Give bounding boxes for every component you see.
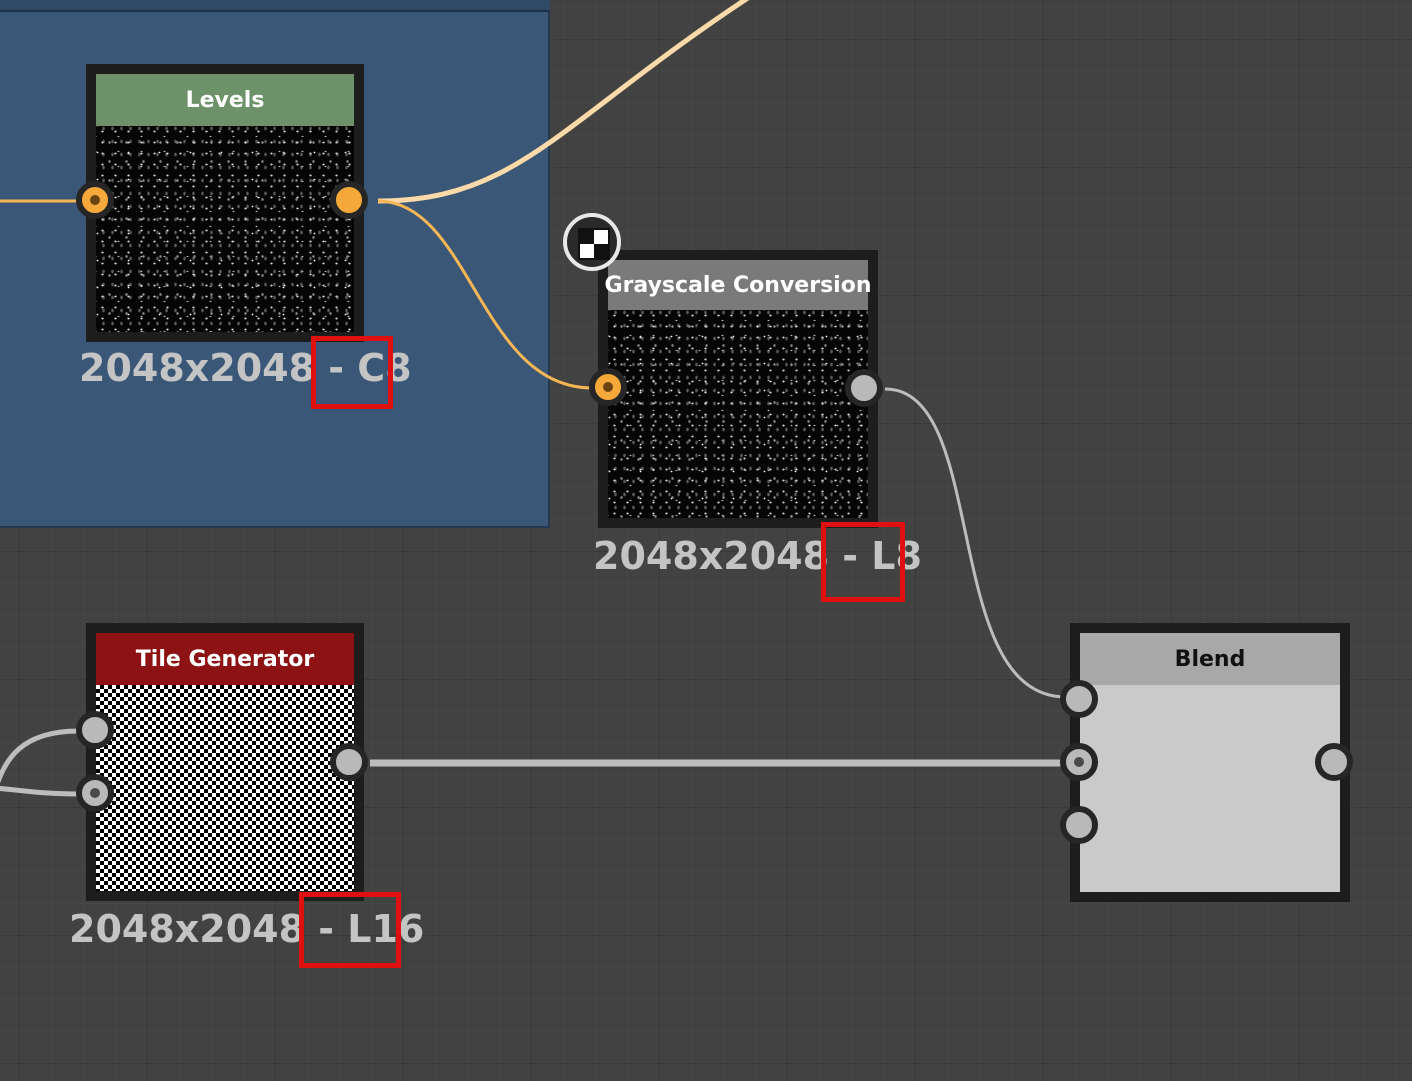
grayscale-icon[interactable] [563,213,621,271]
levels-output-port[interactable] [330,181,368,219]
levels-preview [96,126,354,332]
tile-generator-input-port-1[interactable] [76,711,114,749]
wire-tile-in-a[interactable] [0,728,80,790]
grayscale-node[interactable]: Grayscale Conversion [598,250,878,528]
grayscale-format-highlight [821,522,905,602]
grayscale-node-title: Grayscale Conversion [605,260,871,310]
tile-generator-node-title: Tile Generator [96,633,354,685]
levels-node-title: Levels [96,74,354,126]
wire-levels-out-top[interactable] [377,0,760,204]
tile-generator-preview [96,685,354,891]
blend-input-port-3[interactable] [1060,806,1098,844]
wire-tile-in-b[interactable] [0,785,80,797]
grayscale-input-port[interactable] [589,368,627,406]
grayscale-preview [608,310,868,518]
grayscale-output-port[interactable] [845,369,883,407]
blend-output-port[interactable] [1315,743,1353,781]
levels-format-highlight [311,336,393,409]
blend-preview [1080,685,1340,892]
blend-input-port-1[interactable] [1060,680,1098,718]
levels-input-port[interactable] [76,181,114,219]
tile-generator-format-highlight [299,892,401,968]
levels-node[interactable]: Levels [86,64,364,342]
blend-input-port-2[interactable] [1060,743,1098,781]
tile-generator-input-port-2[interactable] [76,774,114,812]
tile-generator-output-port[interactable] [330,743,368,781]
tile-generator-node[interactable]: Tile Generator [86,623,364,901]
blend-node[interactable]: Blend [1070,623,1350,902]
blend-node-title: Blend [1080,633,1340,685]
